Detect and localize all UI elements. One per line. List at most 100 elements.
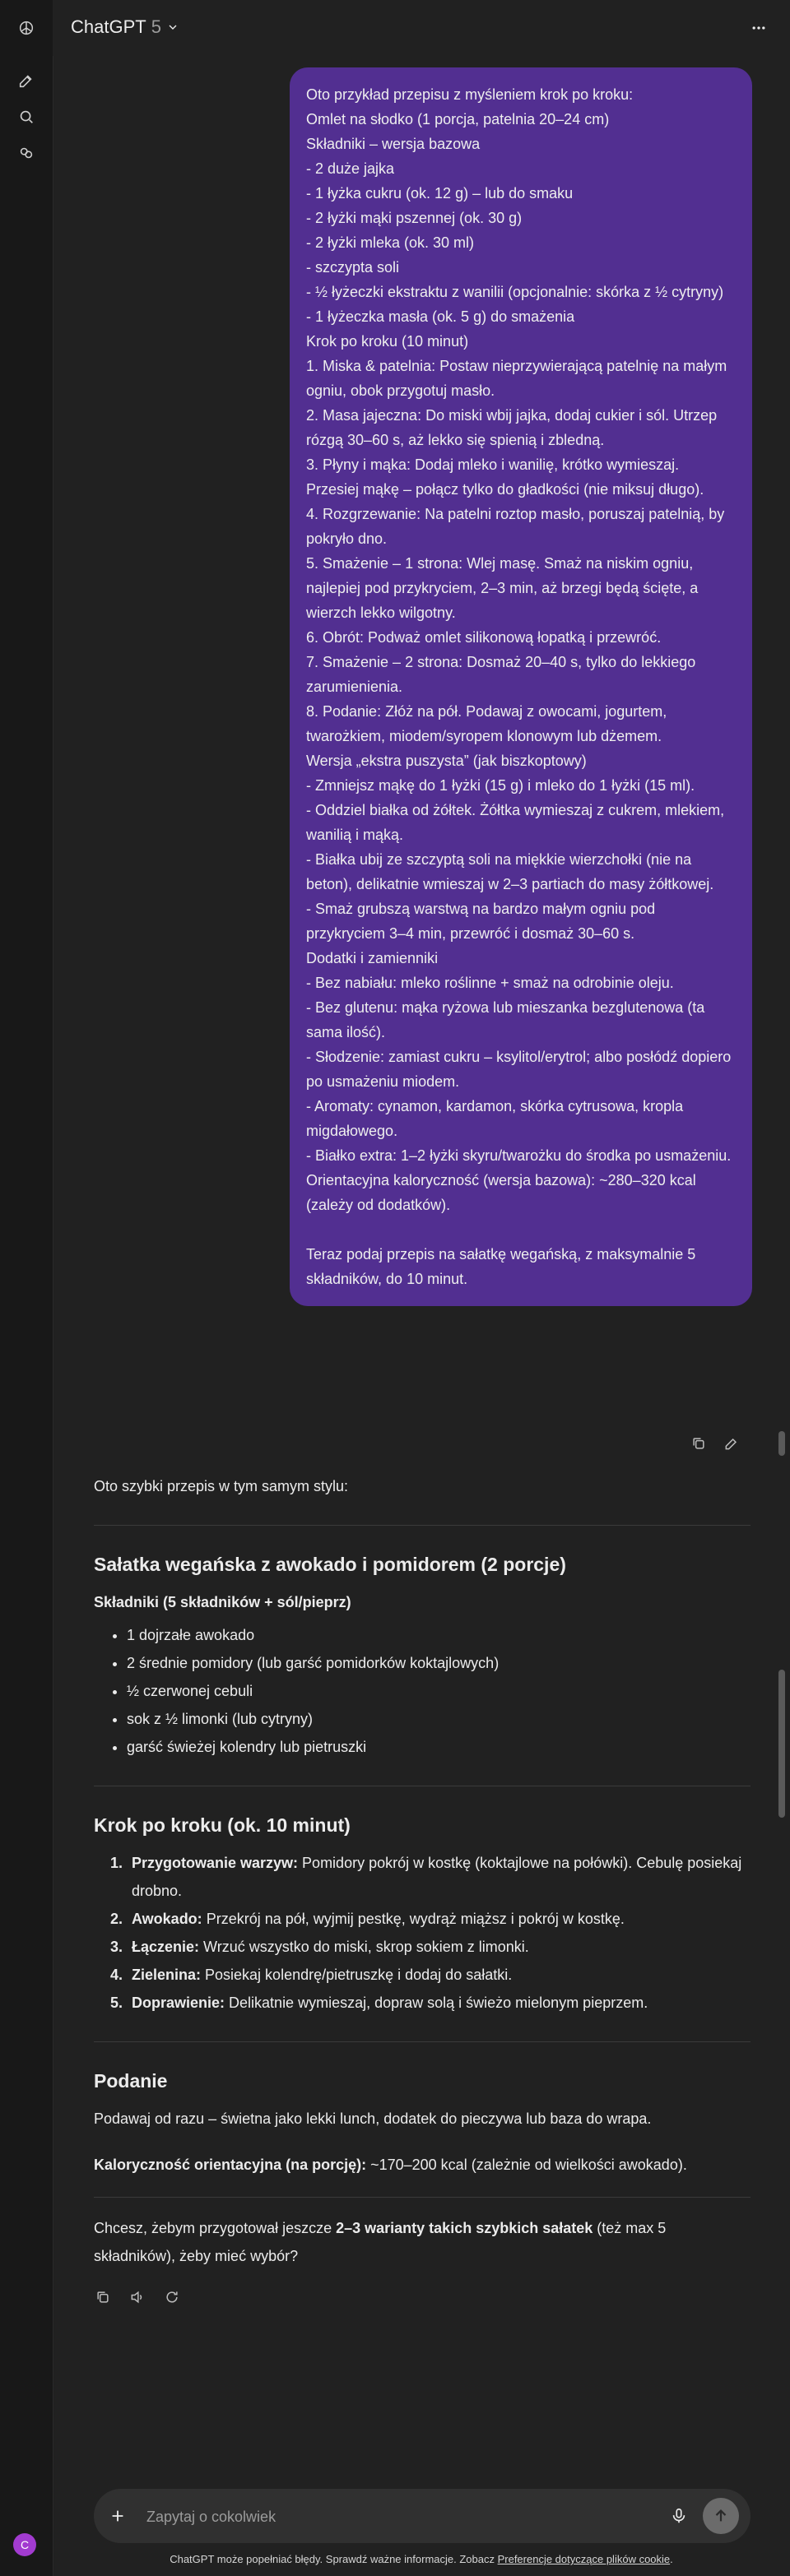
list-item: Awokado: Przekrój na pół, wyjmij pestkę,… bbox=[127, 1905, 750, 1933]
cookie-preferences-link[interactable]: Preferencje dotyczące plików cookie bbox=[498, 2553, 671, 2565]
ingredients-heading: Składniki (5 składników + sól/pieprz) bbox=[94, 1594, 351, 1610]
top-bar: ChatGPT 5 bbox=[53, 0, 790, 56]
scrollbar-thumb[interactable] bbox=[778, 1670, 785, 1818]
step-label: Łączenie: bbox=[132, 1939, 200, 1955]
user-message-line: 8. Podanie: Złóż na pół. Podawaj z owoca… bbox=[306, 703, 672, 744]
list-item: ½ czerwonej cebuli bbox=[127, 1677, 750, 1705]
divider bbox=[94, 1525, 750, 1526]
user-message-line: - Smaż grubszą warstwą na bardzo małym o… bbox=[306, 901, 660, 942]
user-message-line: - ½ łyżeczki ekstraktu z wanilii (opcjon… bbox=[306, 284, 724, 300]
user-message-line: - Bez glutenu: mąka ryżowa lub mieszanka… bbox=[306, 999, 709, 1040]
user-message-line: - 1 łyżka cukru (ok. 12 g) – lub do smak… bbox=[306, 185, 574, 202]
regenerate-icon[interactable] bbox=[163, 2288, 181, 2306]
step-text: Delikatnie wymieszaj, dopraw solą i świe… bbox=[225, 1995, 648, 2011]
chevron-down-icon bbox=[169, 25, 177, 30]
disclaimer-end: . bbox=[670, 2553, 673, 2565]
list-item: Doprawienie: Delikatnie wymieszaj, dopra… bbox=[127, 1989, 750, 2017]
step-label: Przygotowanie warzyw: bbox=[132, 1855, 299, 1871]
user-message-line: - 2 łyżki mąki pszennej (ok. 30 g) bbox=[306, 210, 523, 226]
user-message-actions bbox=[690, 1434, 741, 1452]
arrow-up-icon bbox=[715, 2509, 727, 2522]
model-selector[interactable]: ChatGPT 5 bbox=[71, 16, 179, 38]
user-message-line: Dodatki i zamienniki bbox=[306, 950, 439, 966]
search-icon[interactable] bbox=[16, 107, 36, 127]
step-label: Zielenina: bbox=[132, 1967, 202, 1983]
prompt-input[interactable] bbox=[145, 2504, 609, 2530]
composer bbox=[94, 2489, 750, 2543]
assistant-message: Oto szybki przepis w tym samym stylu: Sa… bbox=[94, 1464, 750, 2306]
step-label: Doprawienie: bbox=[132, 1995, 225, 2011]
user-message-line: Omlet na słodko (1 porcja, patelnia 20–2… bbox=[306, 111, 610, 127]
more-options-icon[interactable] bbox=[747, 16, 770, 39]
copy-icon[interactable] bbox=[690, 1434, 708, 1452]
steps-list: Przygotowanie warzyw: Pomidory pokrój w … bbox=[94, 1849, 750, 2017]
user-message-line: Krok po kroku (10 minut) bbox=[306, 333, 469, 350]
edit-icon[interactable] bbox=[723, 1434, 741, 1452]
serving-heading: Podanie bbox=[94, 2070, 168, 2092]
disclaimer: ChatGPT może popełniać błędy. Sprawdź wa… bbox=[53, 2553, 790, 2565]
copy-icon[interactable] bbox=[94, 2288, 112, 2306]
user-message-line: - Białko extra: 1–2 łyżki skyru/twarożku… bbox=[306, 1147, 732, 1164]
list-item: 2 średnie pomidory (lub garść pomidorków… bbox=[127, 1649, 750, 1677]
disclaimer-text: ChatGPT może popełniać błędy. Sprawdź wa… bbox=[170, 2553, 498, 2565]
assistant-message-actions bbox=[94, 2288, 750, 2306]
user-message-line: 4. Rozgrzewanie: Na patelni roztop masło… bbox=[306, 506, 729, 547]
microphone-icon[interactable] bbox=[668, 2505, 690, 2527]
closing-text: Chcesz, żebym przygotował jeszcze bbox=[94, 2220, 337, 2236]
calories-text: Kaloryczność orientacyjna (na porcję): ~… bbox=[94, 2151, 750, 2179]
calories-value: ~170–200 kcal (zależnie od wielkości awo… bbox=[366, 2157, 687, 2173]
openai-logo-icon[interactable] bbox=[16, 18, 36, 38]
step-text: Wrzuć wszystko do miski, skrop sokiem z … bbox=[199, 1939, 529, 1955]
user-message-line: - szczypta soli bbox=[306, 259, 400, 276]
user-message-line: - Bez nabiału: mleko roślinne + smaż na … bbox=[306, 975, 674, 991]
user-message-line: - Słodzenie: zamiast cukru – ksylitol/er… bbox=[306, 1049, 736, 1090]
user-message-line: Teraz podaj przepis na sałatkę wegańską,… bbox=[306, 1246, 700, 1287]
steps-heading: Krok po kroku (ok. 10 minut) bbox=[94, 1814, 351, 1836]
divider bbox=[94, 2041, 750, 2042]
model-name: ChatGPT bbox=[71, 16, 146, 37]
serving-text: Podawaj od razu – świetna jako lekki lun… bbox=[94, 2110, 652, 2127]
user-message-line bbox=[306, 1217, 736, 1242]
scrollbar-thumb-top[interactable] bbox=[778, 1431, 785, 1456]
user-message-line: - Zmniejsz mąkę do 1 łyżki (15 g) i mlek… bbox=[306, 777, 695, 794]
user-message-line: 6. Obrót: Podważ omlet silikonową łopatk… bbox=[306, 629, 662, 646]
step-text: Posiekaj kolendrę/pietruszkę i dodaj do … bbox=[201, 1967, 513, 1983]
plus-icon[interactable] bbox=[107, 2505, 128, 2527]
user-message-line: - 1 łyżeczka masła (ok. 5 g) do smażenia bbox=[306, 308, 575, 325]
library-icon[interactable] bbox=[16, 143, 36, 163]
user-message-line: - 2 duże jajka bbox=[306, 160, 395, 177]
assistant-intro: Oto szybki przepis w tym samym stylu: bbox=[94, 1478, 349, 1494]
user-message-line: 3. Płyny i mąka: Dodaj mleko i wanilię, … bbox=[306, 456, 704, 498]
closing-bold: 2–3 warianty takich szybkich sałatek bbox=[336, 2220, 593, 2236]
user-message-line: 7. Smażenie – 2 strona: Dosmaż 20–40 s, … bbox=[306, 654, 700, 695]
list-item: Łączenie: Wrzuć wszystko do miski, skrop… bbox=[127, 1933, 750, 1961]
user-message-line: 1. Miska & patelnia: Postaw nieprzywiera… bbox=[306, 358, 732, 399]
list-item: garść świeżej kolendry lub pietruszki bbox=[127, 1733, 750, 1761]
sidebar: C bbox=[0, 0, 53, 2576]
user-message-line: Składniki – wersja bazowa bbox=[306, 136, 481, 152]
list-item: Zielenina: Posiekaj kolendrę/pietruszkę … bbox=[127, 1961, 750, 1989]
user-message-bubble: Oto przykład przepisu z myśleniem krok p… bbox=[290, 67, 752, 1306]
read-aloud-icon[interactable] bbox=[128, 2288, 146, 2306]
calories-label: Kaloryczność orientacyjna (na porcję): bbox=[94, 2157, 367, 2173]
user-message-line: Wersja „ekstra puszysta” (jak biszkoptow… bbox=[306, 753, 587, 769]
avatar[interactable]: C bbox=[13, 2533, 36, 2556]
user-message-line: - Białka ubij ze szczyptą soli na miękki… bbox=[306, 851, 714, 892]
user-message-line: 5. Smażenie – 1 strona: Wlej masę. Smaż … bbox=[306, 555, 703, 621]
list-item: sok z ½ limonki (lub cytryny) bbox=[127, 1705, 750, 1733]
user-message-line: - 2 łyżki mleka (ok. 30 ml) bbox=[306, 234, 475, 251]
recipe-title: Sałatka wegańska z awokado i pomidorem (… bbox=[94, 1554, 566, 1575]
model-version: 5 bbox=[151, 16, 161, 37]
user-message-line: - Aromaty: cynamon, kardamon, skórka cyt… bbox=[306, 1098, 688, 1139]
ingredients-list: 1 dojrzałe awokado 2 średnie pomidory (l… bbox=[94, 1621, 750, 1761]
step-label: Awokado: bbox=[132, 1911, 202, 1927]
step-text: Przekrój na pół, wyjmij pestkę, wydrąż m… bbox=[202, 1911, 625, 1927]
send-button[interactable] bbox=[703, 2498, 739, 2534]
list-item: 1 dojrzałe awokado bbox=[127, 1621, 750, 1649]
user-message-line: Oto przykład przepisu z myśleniem krok p… bbox=[306, 86, 634, 103]
user-message-line: - Oddziel białka od żółtek. Żółtka wymie… bbox=[306, 802, 729, 843]
user-message-line: 2. Masa jajeczna: Do miski wbij jajka, d… bbox=[306, 407, 722, 448]
user-message-line: Orientacyjna kaloryczność (wersja bazowa… bbox=[306, 1172, 700, 1213]
new-chat-icon[interactable] bbox=[16, 71, 36, 90]
closing-question: Chcesz, żebym przygotował jeszcze 2–3 wa… bbox=[94, 2214, 750, 2270]
